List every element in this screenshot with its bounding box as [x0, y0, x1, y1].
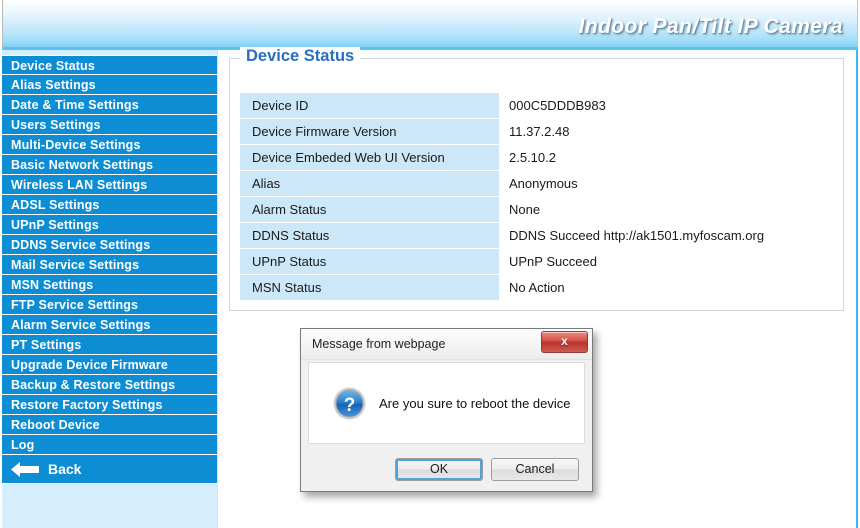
sidebar-item-basic-network-settings[interactable]: Basic Network Settings [2, 155, 217, 175]
sidebar-item-log[interactable]: Log [2, 435, 217, 455]
sidebar-item-label: Multi-Device Settings [11, 138, 141, 152]
sidebar-item-label: MSN Settings [11, 278, 94, 292]
sidebar-item-label: PT Settings [11, 338, 82, 352]
table-row: Alarm Status None [240, 196, 835, 223]
sidebar-item-back[interactable]: Back [2, 455, 217, 484]
page-title: Device Status [240, 47, 361, 66]
status-value: No Action [499, 274, 835, 301]
svg-text:?: ? [344, 395, 356, 416]
table-row: UPnP Status UPnP Succeed [240, 248, 835, 275]
table-row: Device Embeded Web UI Version 2.5.10.2 [240, 144, 835, 171]
sidebar-item-label: FTP Service Settings [11, 298, 139, 312]
sidebar-item-multi-device-settings[interactable]: Multi-Device Settings [2, 135, 217, 155]
status-label: Device ID [240, 93, 499, 119]
status-label: MSN Status [240, 274, 499, 301]
sidebar-item-label: Log [11, 438, 35, 452]
sidebar-item-label: Reboot Device [11, 418, 100, 432]
sidebar-item-label: Backup & Restore Settings [11, 378, 176, 392]
table-row: Device Firmware Version 11.37.2.48 [240, 118, 835, 145]
ok-button[interactable]: OK [395, 458, 483, 481]
sidebar-item-users-settings[interactable]: Users Settings [2, 115, 217, 135]
sidebar-item-upnp-settings[interactable]: UPnP Settings [2, 215, 217, 235]
app-banner: Indoor Pan/Tilt IP Camera [2, 0, 858, 47]
status-label: Device Embeded Web UI Version [240, 144, 499, 171]
question-mark-icon: ? [333, 387, 366, 420]
sidebar-item-label: UPnP Settings [11, 218, 99, 232]
dialog-titlebar: Message from webpage x [301, 329, 592, 360]
sidebar-item-label: Mail Service Settings [11, 258, 140, 272]
sidebar-nav: Device Status Alias Settings Date & Time S… [2, 50, 218, 528]
sidebar-item-msn-settings[interactable]: MSN Settings [2, 275, 217, 295]
sidebar-item-label: Wireless LAN Settings [11, 178, 148, 192]
sidebar-item-upgrade-device-firmware[interactable]: Upgrade Device Firmware [2, 355, 217, 375]
close-icon-glyph: x [561, 334, 568, 348]
dialog-body: ? Are you sure to reboot the device [308, 362, 585, 444]
table-row: MSN Status No Action [240, 274, 835, 301]
table-row: Alias Anonymous [240, 170, 835, 197]
sidebar-item-backup-restore-settings[interactable]: Backup & Restore Settings [2, 375, 217, 395]
sidebar-item-label: Alias Settings [11, 78, 96, 92]
sidebar-item-label: Basic Network Settings [11, 158, 154, 172]
status-value: 000C5DDDB983 [499, 93, 835, 119]
table-row: DDNS Status DDNS Succeed http://ak1501.my… [240, 222, 835, 249]
close-icon[interactable]: x [541, 331, 588, 353]
sidebar-item-date-time-settings[interactable]: Date & Time Settings [2, 95, 217, 115]
camera-web-ui: Indoor Pan/Tilt IP Camera Device Status A… [0, 0, 860, 528]
status-value: 11.37.2.48 [499, 118, 835, 145]
status-value: Anonymous [499, 170, 835, 197]
left-arrow-icon [11, 462, 39, 477]
sidebar-item-label: Back [48, 461, 82, 477]
status-label: UPnP Status [240, 248, 499, 275]
sidebar-item-wireless-lan-settings[interactable]: Wireless LAN Settings [2, 175, 217, 195]
sidebar-item-reboot-device[interactable]: Reboot Device [2, 415, 217, 435]
sidebar-item-label: Restore Factory Settings [11, 398, 163, 412]
table-row: Device ID 000C5DDDB983 [240, 93, 835, 119]
sidebar-item-restore-factory-settings[interactable]: Restore Factory Settings [2, 395, 217, 415]
status-value: 2.5.10.2 [499, 144, 835, 171]
sidebar-item-alarm-service-settings[interactable]: Alarm Service Settings [2, 315, 217, 335]
status-label: DDNS Status [240, 222, 499, 249]
sidebar-item-label: Upgrade Device Firmware [11, 358, 168, 372]
sidebar-item-list: Device Status Alias Settings Date & Time S… [2, 55, 217, 455]
status-label: Alias [240, 170, 499, 197]
status-label: Alarm Status [240, 196, 499, 223]
app-title: Indoor Pan/Tilt IP Camera [578, 15, 843, 38]
sidebar-item-adsl-settings[interactable]: ADSL Settings [2, 195, 217, 215]
sidebar-item-label: Alarm Service Settings [11, 318, 151, 332]
sidebar-item-pt-settings[interactable]: PT Settings [2, 335, 217, 355]
status-value: DDNS Succeed http://ak1501.myfoscam.org [499, 222, 835, 249]
reboot-confirm-dialog: Message from webpage x ? Are you sure to… [300, 328, 593, 492]
dialog-title: Message from webpage [312, 337, 446, 351]
sidebar-item-device-status[interactable]: Device Status [2, 55, 217, 75]
sidebar-item-label: Users Settings [11, 118, 101, 132]
sidebar-item-label: Device Status [11, 59, 95, 73]
status-label: Device Firmware Version [240, 118, 499, 145]
sidebar-item-ddns-service-settings[interactable]: DDNS Service Settings [2, 235, 217, 255]
sidebar-item-ftp-service-settings[interactable]: FTP Service Settings [2, 295, 217, 315]
sidebar-item-alias-settings[interactable]: Alias Settings [2, 75, 217, 95]
device-status-panel: Device Status Device ID 000C5DDDB983 Devic… [229, 47, 844, 311]
status-value: None [499, 196, 835, 223]
sidebar-item-label: Date & Time Settings [11, 98, 139, 112]
sidebar-item-label: DDNS Service Settings [11, 238, 151, 252]
sidebar-item-mail-service-settings[interactable]: Mail Service Settings [2, 255, 217, 275]
cancel-button[interactable]: Cancel [491, 458, 579, 481]
status-value: UPnP Succeed [499, 248, 835, 275]
dialog-message: Are you sure to reboot the device [379, 396, 571, 411]
device-status-table: Device ID 000C5DDDB983 Device Firmware Ver… [240, 93, 835, 301]
sidebar-item-label: ADSL Settings [11, 198, 100, 212]
